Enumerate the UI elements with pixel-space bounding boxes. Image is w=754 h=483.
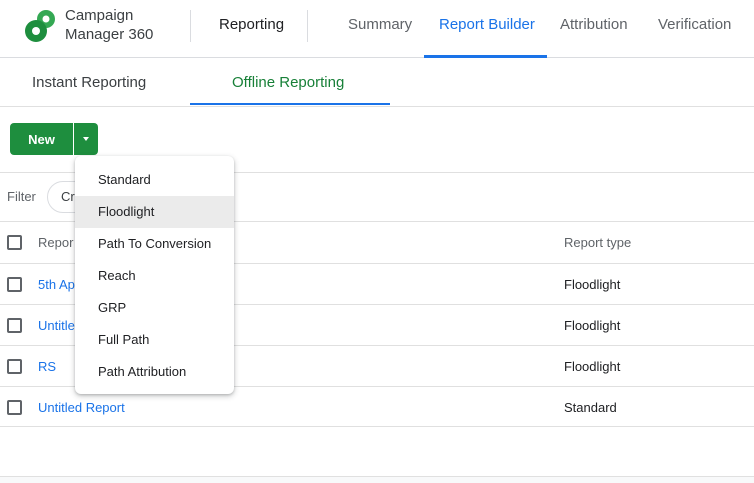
filter-label: Filter — [7, 189, 36, 204]
row-checkbox[interactable] — [7, 318, 22, 333]
tab-attribution[interactable]: Attribution — [560, 16, 628, 33]
app-name-line1: Campaign — [65, 7, 134, 24]
top-bar: Campaign Manager 360 Reporting Summary R… — [0, 0, 754, 58]
row-checkbox[interactable] — [7, 277, 22, 292]
subtab-instant-reporting[interactable]: Instant Reporting — [32, 74, 146, 91]
new-dropdown-button[interactable] — [74, 123, 98, 155]
report-type: Floodlight — [564, 277, 621, 292]
subtab-offline-reporting[interactable]: Offline Reporting — [232, 74, 344, 91]
menu-item-standard[interactable]: Standard — [75, 164, 234, 196]
app-name: Campaign Manager 360 — [65, 6, 153, 44]
divider — [190, 10, 191, 42]
campaign-manager-logo-icon[interactable] — [22, 8, 58, 44]
tab-summary[interactable]: Summary — [348, 16, 412, 33]
select-all-checkbox[interactable] — [7, 235, 22, 250]
report-name-link[interactable]: Untitle — [38, 318, 75, 333]
column-header-report-type[interactable]: Report type — [564, 235, 631, 250]
menu-item-reach[interactable]: Reach — [75, 260, 234, 292]
menu-item-floodlight[interactable]: Floodlight — [75, 196, 234, 228]
active-subtab-indicator — [190, 103, 390, 105]
menu-item-path-attribution[interactable]: Path Attribution — [75, 356, 234, 388]
report-type: Floodlight — [564, 359, 621, 374]
section-title[interactable]: Reporting — [219, 16, 284, 33]
menu-item-path-to-conversion[interactable]: Path To Conversion — [75, 228, 234, 260]
tab-report-builder[interactable]: Report Builder — [439, 16, 535, 33]
row-checkbox[interactable] — [7, 400, 22, 415]
new-report-button[interactable]: New — [10, 123, 73, 155]
tab-verification[interactable]: Verification — [658, 16, 731, 33]
arrow-drop-down-icon — [83, 137, 89, 141]
report-name-link[interactable]: 5th Ap — [38, 277, 75, 292]
sub-tabs: Instant Reporting Offline Reporting — [0, 58, 754, 107]
column-header-name[interactable]: Repor — [38, 235, 73, 250]
row-checkbox[interactable] — [7, 359, 22, 374]
footer-band — [0, 477, 754, 483]
menu-item-grp[interactable]: GRP — [75, 292, 234, 324]
new-report-menu: Standard Floodlight Path To Conversion R… — [75, 156, 234, 394]
report-type: Standard — [564, 400, 617, 415]
report-name-link[interactable]: RS — [38, 359, 56, 374]
app-name-line2: Manager 360 — [65, 26, 154, 43]
report-type: Floodlight — [564, 318, 621, 333]
divider — [307, 10, 308, 42]
menu-item-full-path[interactable]: Full Path — [75, 324, 234, 356]
report-name-link[interactable]: Untitled Report — [38, 400, 125, 415]
